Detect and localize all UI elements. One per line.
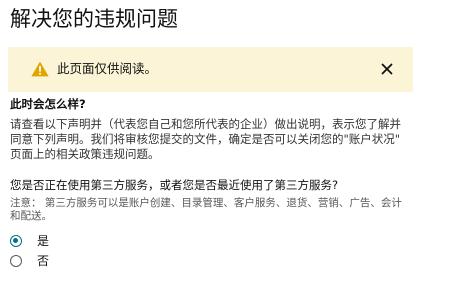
description-line: 页面上的相关政策违规问题。 — [10, 147, 160, 161]
description-line: 请查看以下声明并（代表您自己和您所代表的企业）做出说明，表示您了解并 — [10, 117, 401, 131]
section-heading: 此时会怎么样? — [10, 97, 86, 111]
close-icon[interactable] — [378, 60, 396, 78]
option-no[interactable]: 否 — [10, 253, 49, 269]
radio-yes[interactable] — [10, 235, 22, 247]
description-line: 同意下列声明。我们将审核您提交的文件，确定是否可以关闭您的"账户状况" — [10, 132, 401, 146]
warning-icon — [31, 61, 49, 77]
option-yes-label: 是 — [37, 234, 50, 248]
option-yes[interactable]: 是 — [10, 233, 49, 249]
option-no-label: 否 — [37, 254, 50, 268]
note: 注意： 第三方服务可以是账户创建、目录管理、客户服务、退货、营销、广告、会计 和… — [10, 197, 442, 223]
page: 解决您的违规问题 此页面仅供阅读。 此时会怎么样? 请查看以下声明并（代表您自己… — [0, 0, 451, 282]
note-line: 和配送。 — [10, 210, 52, 222]
alert-message: 此页面仅供阅读。 — [57, 61, 158, 76]
radio-no[interactable] — [10, 255, 22, 267]
description: 请查看以下声明并（代表您自己和您所代表的企业）做出说明，表示您了解并 同意下列声… — [10, 117, 440, 162]
read-only-alert: 此页面仅供阅读。 — [8, 47, 413, 92]
question-text: 您是否正在使用第三方服务，或者您是否最近使用了第三方服务? — [10, 178, 339, 192]
note-line: 注意： 第三方服务可以是账户创建、目录管理、客户服务、退货、营销、广告、会计 — [10, 197, 402, 209]
page-title: 解决您的违规问题 — [10, 7, 178, 31]
